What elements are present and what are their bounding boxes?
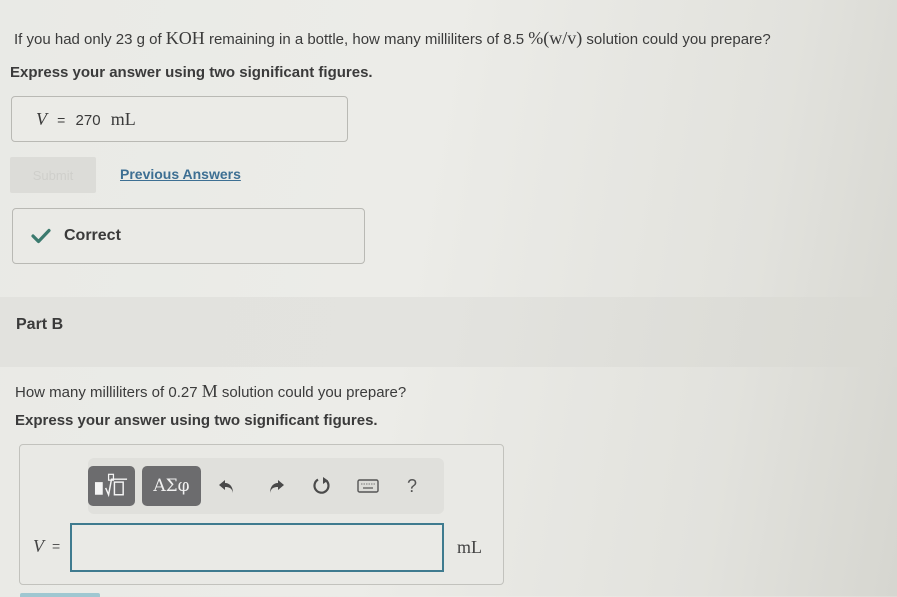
keyboard-button[interactable] bbox=[353, 466, 383, 506]
symbols-button[interactable]: ΑΣφ bbox=[142, 466, 201, 506]
equals-sign: = bbox=[52, 538, 61, 554]
help-button[interactable]: ? bbox=[397, 466, 427, 506]
part-a-instruction: Express your answer using two significan… bbox=[10, 64, 373, 81]
variable-v: V bbox=[33, 536, 44, 556]
check-icon bbox=[31, 228, 51, 244]
question-text: If you had only 23 g of bbox=[14, 31, 166, 48]
previous-answers-link[interactable]: Previous Answers bbox=[120, 166, 241, 182]
formula-koh: KOH bbox=[165, 28, 205, 48]
keyboard-icon bbox=[357, 479, 379, 493]
concentration-unit: %(w/v) bbox=[528, 28, 583, 48]
reset-icon bbox=[313, 477, 330, 494]
part-b-title: Part B bbox=[16, 316, 64, 333]
help-icon: ? bbox=[406, 475, 417, 496]
equals-sign: = bbox=[57, 112, 66, 128]
part-b-question: How many milliliters of 0.27 M solution … bbox=[15, 381, 406, 402]
math-toolbar: ΑΣφ ? bbox=[88, 458, 444, 514]
question-text-end: solution could you prepare? bbox=[217, 384, 407, 401]
reset-button[interactable] bbox=[307, 466, 337, 506]
molarity-unit: M bbox=[201, 381, 218, 401]
fraction-root-template-icon bbox=[94, 473, 128, 498]
question-text-end: solution could you prepare? bbox=[582, 31, 771, 48]
part-b-instruction: Express your answer using two significan… bbox=[15, 412, 378, 429]
undo-button[interactable] bbox=[212, 466, 242, 506]
greek-symbols-icon: ΑΣφ bbox=[153, 476, 190, 496]
submit-button[interactable]: Submit bbox=[10, 157, 96, 193]
variable-v: V bbox=[36, 109, 47, 129]
redo-button[interactable] bbox=[261, 466, 291, 506]
feedback-correct-box: Correct bbox=[12, 208, 365, 264]
part-b-header[interactable] bbox=[0, 297, 897, 367]
answer-value: 270 bbox=[75, 112, 101, 129]
part-a-answer-display: V = 270 mL bbox=[11, 96, 348, 142]
answer-unit: mL bbox=[457, 537, 482, 557]
answer-unit: mL bbox=[110, 109, 136, 129]
templates-button[interactable] bbox=[88, 466, 135, 506]
question-text-mid: remaining in a bottle, how many millilit… bbox=[204, 31, 529, 48]
answer-input[interactable] bbox=[70, 523, 444, 572]
redo-icon bbox=[270, 480, 284, 493]
undo-icon bbox=[219, 480, 233, 493]
feedback-status: Correct bbox=[64, 227, 121, 244]
part-a-question: If you had only 23 g of KOH remaining in… bbox=[14, 28, 771, 49]
submit-button-partial[interactable] bbox=[20, 593, 100, 597]
question-text: How many milliliters of 0.27 bbox=[15, 384, 202, 401]
